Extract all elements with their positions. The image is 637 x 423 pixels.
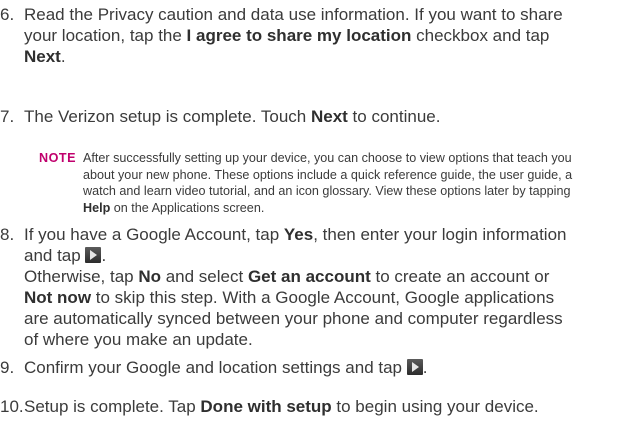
ui-term-not-now: Not now [24, 288, 92, 307]
step-text: your location, tap the [24, 26, 187, 45]
ui-term-next: Next [24, 47, 61, 66]
step-number: 8. [0, 225, 15, 244]
step-text: , then enter your login information [313, 225, 567, 244]
note-line: Help on the Applications screen. [83, 200, 635, 217]
next-arrow-icon [85, 247, 102, 263]
step-text: of where you make an update. [24, 330, 253, 349]
ui-term-help: Help [83, 200, 111, 215]
note-label: NOTE [39, 151, 76, 165]
step-6: 6. Read the Privacy caution and data use … [0, 4, 632, 67]
step-text: and tap [24, 246, 86, 265]
note-line: After successfully setting up your devic… [83, 151, 572, 165]
step-text: and select [161, 267, 248, 286]
step-number: 6. [0, 5, 15, 24]
step-number: 10. [0, 397, 24, 416]
step-text: are automatically synced between your ph… [24, 309, 563, 328]
ui-term-done-with-setup: Done with setup [200, 397, 332, 416]
step-text: . [60, 47, 66, 66]
ui-term-agree-share-location: I agree to share my location [186, 26, 412, 45]
step-number: 9. [0, 358, 15, 377]
step-text: Read the Privacy caution and data use in… [24, 5, 563, 24]
note-line: about your new phone. These options incl… [83, 167, 573, 182]
step-9: 9. Confirm your Google and location setti… [0, 357, 632, 378]
manual-page: 6. Read the Privacy caution and data use … [0, 0, 637, 423]
step-text: checkbox and tap [411, 26, 550, 45]
step-text: Setup is complete. Tap [24, 397, 201, 416]
ui-term-no: No [138, 267, 161, 286]
next-arrow-icon [406, 359, 423, 375]
step-8: 8. If you have a Google Account, tap Yes,… [0, 224, 632, 350]
ui-term-get-an-account: Get an account [247, 267, 371, 286]
step-7: 7. The Verizon setup is complete. Touch N… [0, 106, 632, 127]
step-text: to begin using your device. [331, 397, 539, 416]
step-text: to skip this step. With a Google Account… [91, 288, 555, 307]
step-text: Confirm your Google and location setting… [24, 358, 407, 377]
step-text: . [101, 246, 107, 265]
step-10: 10.Setup is complete. Tap Done with setu… [0, 396, 632, 417]
step-text: . [422, 358, 428, 377]
step-text: The Verizon setup is complete. Touch [24, 107, 311, 126]
step-text: to create an account or [370, 267, 550, 286]
step-text: Otherwise, tap [24, 267, 139, 286]
step-number: 7. [0, 107, 15, 126]
ui-term-next: Next [310, 107, 348, 126]
note-line: watch and learn video tutorial, and an i… [83, 184, 571, 199]
step-text: to continue. [347, 107, 441, 126]
step-text: If you have a Google Account, tap [24, 225, 284, 244]
ui-term-yes: Yes [283, 225, 314, 244]
note-text: After successfully setting up your devic… [83, 150, 635, 216]
note-text-fragment: on the Applications screen. [110, 200, 265, 215]
